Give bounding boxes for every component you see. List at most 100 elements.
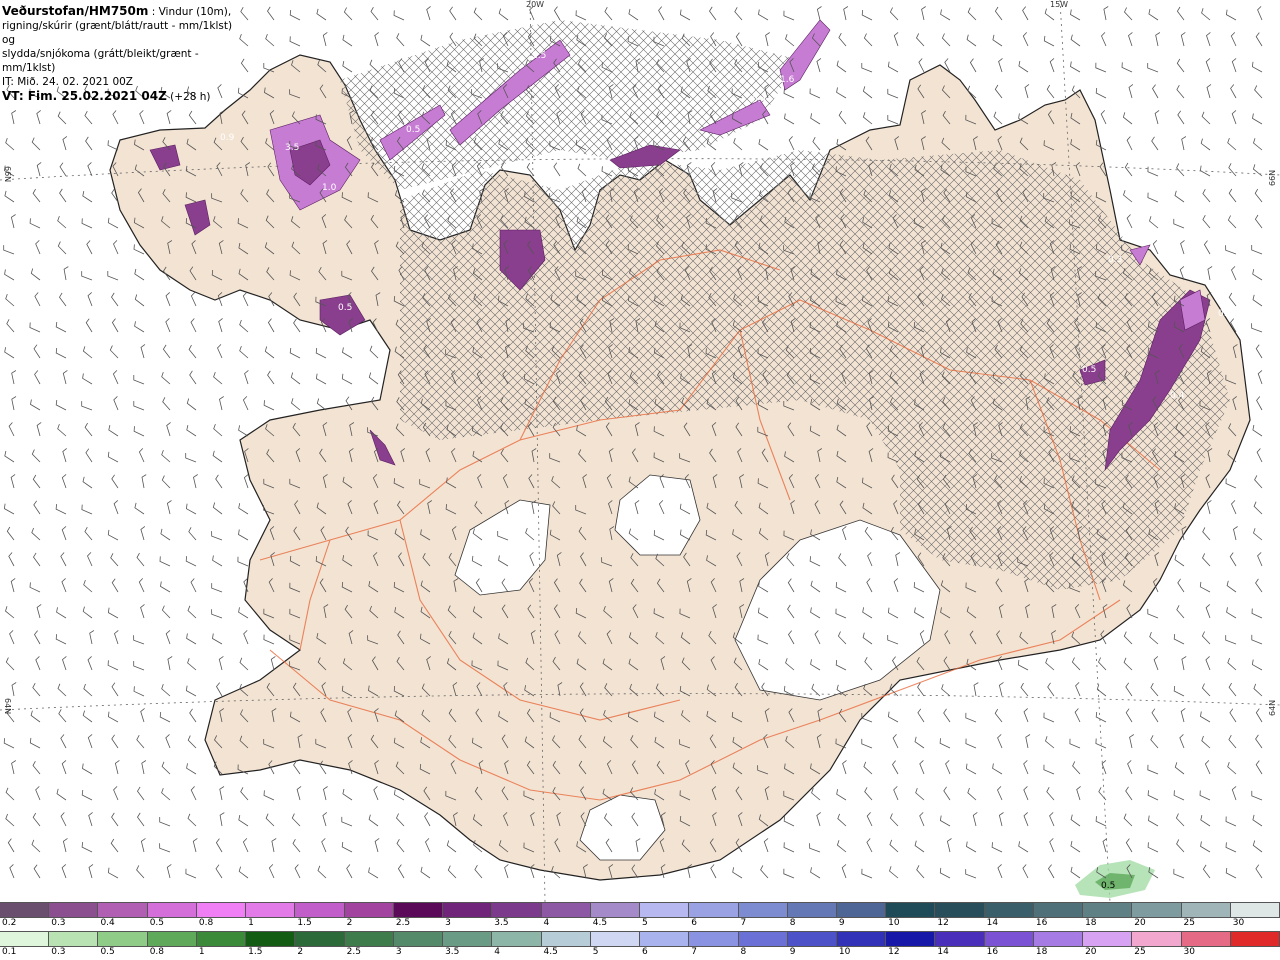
initial-time: IT: Mið. 24. 02. 2021 00Z xyxy=(2,76,133,88)
rain-tick-label: 1 xyxy=(198,947,205,957)
rain-tick-label: 1.5 xyxy=(248,947,263,957)
snow-tick-label: 1.5 xyxy=(297,918,312,928)
rain-swatch xyxy=(984,932,1034,946)
rain-tick-label: 0.3 xyxy=(51,947,66,957)
snow-tick-label: 2 xyxy=(346,918,353,928)
rain-swatch xyxy=(836,932,887,946)
snow-tick-label: 25 xyxy=(1183,918,1195,928)
snow-tick-label: 3.5 xyxy=(494,918,509,928)
snow-swatch xyxy=(246,903,296,917)
precipitation-legend: 0.2 0.3 0.4 0.5 0.8 1 1.5 2 2.5 3 3.5 4 4.5 5 6 7 8 9 10 12… xyxy=(0,902,1280,960)
snow-swatch xyxy=(590,903,641,917)
rain-tick-label: 18 xyxy=(1035,947,1048,957)
rain-tick-label: 2 xyxy=(297,947,304,957)
rain-swatch xyxy=(147,932,197,946)
snow-swatch xyxy=(1033,903,1084,917)
rain-swatch xyxy=(246,932,296,946)
rain-swatch xyxy=(393,932,444,946)
rain-swatch xyxy=(541,932,591,946)
snow-tick-label: 6 xyxy=(691,918,697,928)
snow-tick-label: 0.8 xyxy=(198,918,214,928)
map-label: 1.5 xyxy=(532,51,546,61)
snow-tick-label: 2.5 xyxy=(395,918,411,928)
map-title-box: Veðurstofan/HM750m : Vindur (10m), rigni… xyxy=(0,0,238,103)
rain-swatch xyxy=(98,932,148,946)
rain-swatch xyxy=(344,932,394,946)
rain-swatch xyxy=(0,932,50,946)
rain-swatch xyxy=(492,932,542,946)
rain-tick-label: 9 xyxy=(789,947,796,957)
axis-label-15w: 15W xyxy=(1050,0,1069,9)
rain-swatch xyxy=(935,932,985,946)
snow-swatch xyxy=(836,903,887,917)
rain-tick-label: 10 xyxy=(838,947,851,957)
title-source: Veðurstofan/HM750m xyxy=(2,4,149,18)
rain-swatch xyxy=(640,932,690,946)
snow-swatch xyxy=(393,903,444,917)
snow-tick-label: 8 xyxy=(789,918,796,928)
rain-tick-label: 30 xyxy=(1183,947,1195,957)
rain-tick-label: 4 xyxy=(494,947,501,957)
snow-tick-label: 0.3 xyxy=(51,918,66,928)
rain-tick-label: 12 xyxy=(888,947,900,957)
rain-swatch xyxy=(196,932,247,946)
snow-colorbar xyxy=(0,902,1280,918)
axis-label-66n-right: 66N xyxy=(1268,169,1277,186)
rain-swatch xyxy=(1033,932,1084,946)
snow-tick-label: 12 xyxy=(937,918,949,928)
map-label: 3.5 xyxy=(285,143,299,153)
snow-swatch xyxy=(295,903,345,917)
map-label: 1.0 xyxy=(322,183,337,193)
snow-swatch xyxy=(935,903,985,917)
snow-swatch xyxy=(1181,903,1231,917)
axis-label-64n-right: 64N xyxy=(1268,699,1277,716)
snow-swatch xyxy=(147,903,197,917)
rain-tick-label: 4.5 xyxy=(543,947,558,957)
snow-tick-label: 16 xyxy=(1035,918,1048,928)
snow-swatch xyxy=(640,903,690,917)
rain-tick-label: 5 xyxy=(592,947,599,957)
snow-tick-label: 10 xyxy=(888,918,900,928)
snow-swatch xyxy=(1083,903,1133,917)
axis-label-64n-left: 64N xyxy=(3,698,12,715)
rain-swatch xyxy=(590,932,641,946)
snow-swatch xyxy=(738,903,788,917)
title-rain: rigning/skúrir (grænt/blátt/rautt - mm/1… xyxy=(2,20,233,46)
rain-tick-label: 8 xyxy=(740,947,747,957)
map-label: 0.5 xyxy=(338,303,352,313)
snow-tick-label: 4.5 xyxy=(592,918,608,928)
snow-tick-label: 30 xyxy=(1232,918,1245,928)
snow-tick-label: 0.2 xyxy=(2,918,17,928)
snow-tick-label: 20 xyxy=(1134,918,1146,928)
map-label: 0.4 xyxy=(752,95,767,105)
snow-tick-label: 4 xyxy=(543,918,550,928)
snow-swatch xyxy=(98,903,148,917)
map-label: 0.3 xyxy=(1108,255,1122,265)
rain-swatch xyxy=(1230,932,1280,946)
rain-tick-label: 20 xyxy=(1085,947,1097,957)
rain-tick-label: 25 xyxy=(1134,947,1146,957)
snow-tick-label: 3 xyxy=(445,918,451,928)
snow-swatch xyxy=(443,903,493,917)
snow-swatch xyxy=(344,903,394,917)
rain-tick-label: 6 xyxy=(642,947,648,957)
rain-tick-label: 2.5 xyxy=(346,947,361,957)
rain-swatch xyxy=(1132,932,1182,946)
map-label: 0.9 xyxy=(220,133,235,143)
snow-colorbar-labels: 0.2 0.3 0.4 0.5 0.8 1 1.5 2 2.5 3 3.5 4 4.5 5 6 7 8 9 10 12… xyxy=(0,918,1280,930)
rain-tick-label: 3 xyxy=(395,947,402,957)
map-label: 0.4 xyxy=(1170,391,1185,401)
snow-swatch xyxy=(984,903,1034,917)
rain-colorbar-labels: 0.1 0.3 0.5 0.8 1 1.5 2 2.5 3 3.5 4 4.5 5 6 7 8 9 10 12 14 1… xyxy=(0,947,1280,959)
weather-map: 0.4 3.5 1.0 0.9 0.5 1.5 0.4 1.6 0.3 0.5 … xyxy=(0,0,1280,902)
rain-swatch xyxy=(49,932,99,946)
snow-swatch xyxy=(689,903,739,917)
rain-tick-label: 16 xyxy=(986,947,999,957)
rain-swatch xyxy=(443,932,493,946)
snow-swatch xyxy=(787,903,837,917)
rain-swatch xyxy=(886,932,936,946)
snow-swatch xyxy=(1132,903,1182,917)
title-wind: : Vindur (10m), xyxy=(148,6,232,18)
snow-tick-label: 1 xyxy=(248,918,254,928)
snow-swatch xyxy=(196,903,247,917)
